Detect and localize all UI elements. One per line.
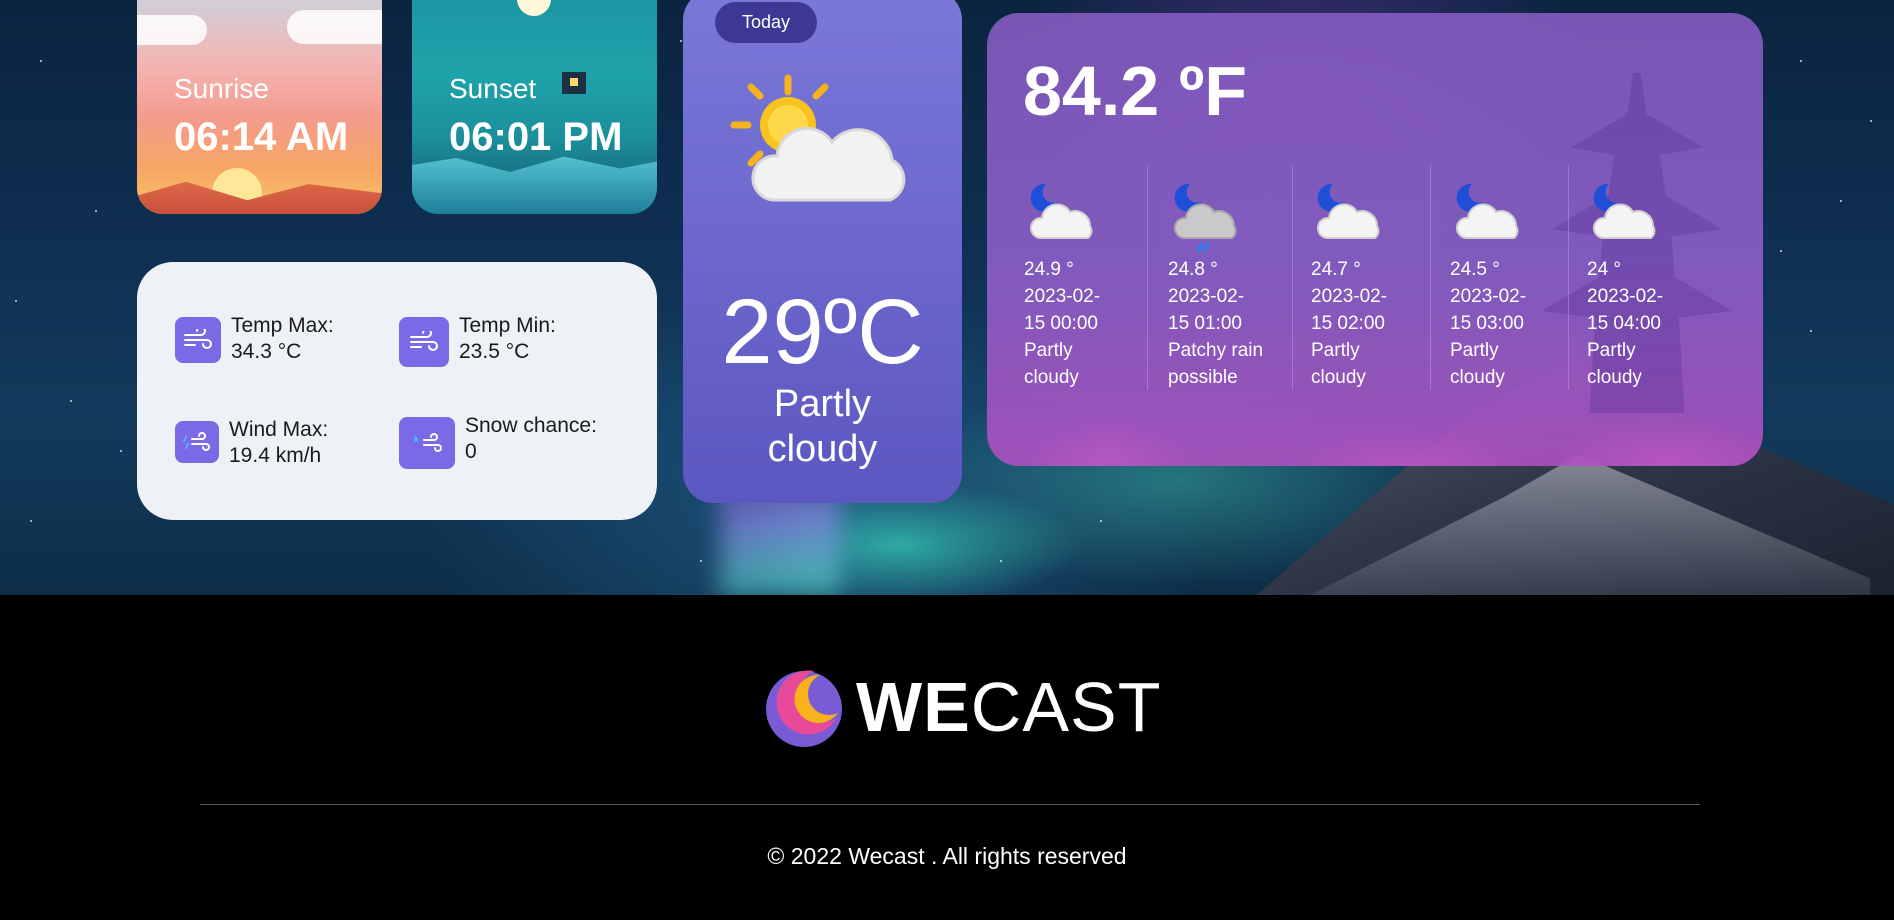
today-pill[interactable]: Today (715, 2, 817, 43)
hour-temp: 24 ° (1587, 259, 1622, 280)
hour-condition-2: possible (1168, 367, 1238, 388)
partly-cloudy-night-icon (1450, 180, 1522, 251)
hour-condition: Partly (1024, 340, 1073, 361)
footer-divider (200, 804, 1700, 805)
temp-max-label: Temp Max: (231, 314, 334, 337)
wind-max-value: 19.4 km/h (229, 444, 322, 467)
rain-night-icon (1168, 180, 1240, 263)
sunrise-card: Sunrise 06:14 AM (137, 0, 382, 214)
column-divider (1147, 165, 1148, 390)
cloud-decoration (137, 15, 207, 45)
temp-min-label: Temp Min: (459, 314, 556, 337)
partly-cloudy-day-icon (728, 70, 918, 220)
sunset-card: Sunset 06:01 PM (412, 0, 657, 214)
today-temperature: 29ºC (721, 281, 924, 383)
fahrenheit-temperature: 84.2 ºF (1023, 52, 1248, 130)
temp-max-value: 34.3 °C (231, 340, 302, 363)
today-condition-line1: Partly (773, 383, 872, 425)
copyright-text: © 2022 Wecast . All rights reserved (767, 843, 1127, 869)
hour-time: 15 01:00 (1168, 313, 1242, 334)
moon-decoration (517, 0, 551, 16)
wind-max-stat: Wind Max: 19.4 km/h (175, 418, 328, 469)
hour-date: 2023-02- (1311, 286, 1388, 307)
hour-time: 15 00:00 (1024, 313, 1098, 334)
stats-card: Temp Max: 34.3 °C Temp Min: 23.5 °C Wind… (137, 262, 657, 520)
footer: WECAST © 2022 Wecast . All rights reserv… (0, 595, 1894, 920)
hour-temp: 24.8 ° (1168, 259, 1218, 280)
today-card: Today 29ºC Partly cloudy (683, 0, 962, 503)
moon-logo-icon (766, 670, 842, 747)
today-condition: Partly cloudy (683, 382, 962, 472)
logo-text-bold: WE (856, 668, 971, 746)
partly-cloudy-night-icon (1024, 180, 1096, 251)
wind-icon (399, 317, 449, 367)
sunrise-time: 06:14 AM (174, 115, 349, 159)
hour-temp: 24.7 ° (1311, 259, 1361, 280)
hour-time: 15 02:00 (1311, 313, 1385, 334)
hero-background: Sunrise 06:14 AM Sunset 06:01 PM Temp Ma… (0, 0, 1894, 595)
hour-date: 2023-02- (1024, 286, 1101, 307)
temp-min-value: 23.5 °C (459, 340, 530, 363)
hour-condition-2: cloudy (1311, 367, 1366, 388)
snow-chance-label: Snow chance: (465, 414, 597, 437)
hour-time: 15 03:00 (1450, 313, 1524, 334)
house-decoration (562, 72, 586, 94)
sunrise-label: Sunrise (174, 73, 269, 104)
hour-temp: 24.9 ° (1024, 259, 1074, 280)
wecast-logo[interactable]: WECAST (762, 665, 1161, 749)
partly-cloudy-night-icon (1311, 180, 1383, 251)
hour-date: 2023-02- (1587, 286, 1664, 307)
hour-temp: 24.5 ° (1450, 259, 1500, 280)
hour-condition: Partly (1587, 340, 1636, 361)
column-divider (1292, 165, 1293, 390)
hour-date: 2023-02- (1168, 286, 1245, 307)
sunset-label: Sunset (449, 73, 537, 104)
cloud-decoration (287, 10, 382, 44)
today-condition-line2: cloudy (767, 428, 878, 470)
wind-icon (175, 317, 221, 363)
wind-rain-icon (175, 421, 219, 463)
hour-condition-2: cloudy (1024, 367, 1079, 388)
snow-chance-stat: Snow chance: 0 (399, 414, 597, 469)
logo-text-light: CAST (970, 668, 1162, 746)
hour-condition: Partly (1311, 340, 1360, 361)
sunset-time: 06:01 PM (449, 115, 623, 159)
snow-chance-value: 0 (465, 440, 477, 463)
hour-condition: Partly (1450, 340, 1499, 361)
hourly-forecast-card: 84.2 ºF 24.9 ° 2023-02- 15 00:00 Partly … (987, 13, 1763, 466)
wind-max-label: Wind Max: (229, 418, 329, 441)
partly-cloudy-night-icon (1587, 180, 1659, 251)
temp-min-stat: Temp Min: 23.5 °C (399, 314, 556, 367)
hour-date: 2023-02- (1450, 286, 1527, 307)
temp-max-stat: Temp Max: 34.3 °C (175, 314, 334, 365)
hour-condition: Patchy rain (1168, 340, 1264, 361)
hour-condition-2: cloudy (1450, 367, 1505, 388)
hour-condition-2: cloudy (1587, 367, 1642, 388)
hour-time: 15 04:00 (1587, 313, 1661, 334)
snow-wind-icon (399, 417, 455, 469)
